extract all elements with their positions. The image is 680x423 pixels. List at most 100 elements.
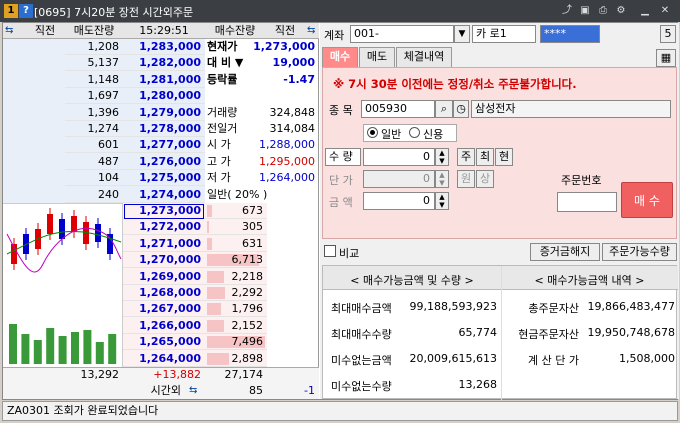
help-icon[interactable]: ? [19, 4, 33, 18]
price-won-button[interactable]: 원 [457, 170, 475, 188]
search-icon[interactable]: ⌕ [435, 100, 453, 118]
stock-label: 종 목 [329, 104, 353, 117]
account-label: 계좌 [324, 29, 345, 42]
compare-checkbox[interactable] [324, 245, 336, 257]
capacity-label: 최대매수수량 [331, 328, 392, 341]
swap-icon[interactable]: ⇆ [189, 385, 197, 396]
buy-button[interactable]: 매 수 [621, 182, 673, 218]
quantity-input[interactable]: 0 [363, 148, 435, 166]
grid-icon[interactable]: ▦ [656, 49, 676, 67]
available-qty-button[interactable]: 주문가능수량 [602, 243, 677, 261]
bid-price[interactable]: 1,264,000 [123, 351, 205, 367]
price-input[interactable]: 0 [363, 170, 435, 188]
bid-price[interactable]: 1,268,000 [123, 285, 205, 301]
capacity-label: 미수없는수량 [331, 380, 392, 393]
bid-qty: 1,796 [205, 301, 267, 318]
export-icon[interactable]: ⎙ [596, 4, 610, 18]
save-icon[interactable]: ▣ [578, 4, 592, 18]
password-field[interactable]: **** [540, 25, 600, 43]
price-upper-button[interactable]: 상 [476, 170, 494, 188]
candlestick-chart [6, 208, 122, 364]
radio-general[interactable] [367, 127, 378, 138]
bid-qty: 305 [205, 219, 267, 236]
swap-icon[interactable]: ⇆ [307, 25, 315, 36]
order-panel: 계좌 001- ▼ 카 로1 **** 5 매수 매도 체결내역 ▦ ※ 7시 … [320, 23, 679, 400]
info-value: 314,084 [269, 122, 316, 135]
ask-qty: 1,208 [65, 39, 123, 55]
ask-qty: 104 [65, 170, 123, 187]
tab-buy[interactable]: 매수 [322, 47, 358, 67]
amount-label: 금 액 [329, 196, 353, 209]
ask-qty: 1,396 [65, 105, 123, 121]
bid-price[interactable]: 1,266,000 [123, 318, 205, 334]
capacity-label: 최대매수금액 [331, 302, 392, 315]
chevron-down-icon[interactable]: ▼ [454, 25, 470, 43]
bid-price[interactable]: 1,267,000 [123, 301, 205, 318]
order-number-input[interactable] [557, 192, 617, 212]
stock-code-input[interactable]: 005930 [361, 100, 435, 118]
detail-label: 총주문자산 [528, 302, 579, 315]
tab-executions[interactable]: 체결내역 [396, 47, 452, 67]
history-icon[interactable]: ◷ [453, 100, 469, 118]
ask-price[interactable]: 1,277,000 [123, 137, 205, 154]
tab-sell[interactable]: 매도 [359, 47, 395, 67]
settings-icon[interactable]: ⚙ [614, 4, 628, 18]
qty-current-button[interactable]: 현 [495, 148, 513, 166]
info-value: 1,288,000 [259, 138, 315, 152]
ask-qty: 1,148 [65, 72, 123, 88]
amount-stepper[interactable]: ▲ ▼ [435, 192, 449, 210]
bid-price[interactable]: 1,270,000 [123, 252, 205, 269]
ask-price[interactable]: 1,282,000 [123, 55, 205, 72]
ask-price[interactable]: 1,274,000 [123, 187, 205, 203]
margin-release-button[interactable]: 증거금해지 [530, 243, 600, 261]
col-prev2: 직전 [274, 24, 296, 37]
close-icon[interactable]: ✕ [658, 4, 672, 18]
quantity-stepper[interactable]: ▲ ▼ [435, 148, 449, 166]
info-value: 1,273,000 [253, 40, 315, 53]
compare-label: 비교 [339, 247, 360, 260]
order-number-label: 주문번호 [561, 174, 602, 187]
order-notice: ※ 7시 30분 이전에는 정정/취소 주문불가합니다. [333, 77, 577, 91]
radio-credit[interactable] [409, 127, 420, 138]
title-bar: 1 ? [0695] 7시20분 장전 시간외주문 ⤴ ▣ ⎙ ⚙ ▁ ✕ [0, 0, 680, 22]
bid-price[interactable]: 1,272,000 [123, 219, 205, 236]
bid-qty: 2,152 [205, 318, 267, 334]
ask-price[interactable]: 1,275,000 [123, 170, 205, 187]
bid-price[interactable]: 1,265,000 [123, 334, 205, 351]
ask-price[interactable]: 1,278,000 [123, 121, 205, 137]
left-table-title: < 매수가능금액 및 수량 > [350, 274, 474, 287]
col-ask-qty: 매도잔량 [73, 24, 115, 37]
bid-price[interactable]: 1,271,000 [123, 236, 205, 252]
pin-icon[interactable]: ⤴ [560, 4, 574, 18]
minimize-icon[interactable]: ▁ [638, 4, 652, 18]
ask-price[interactable]: 1,281,000 [123, 72, 205, 88]
order-form: ※ 7시 30분 이전에는 정정/취소 주문불가합니다. 종 목 005930 … [322, 67, 677, 239]
volume-bar [46, 328, 55, 364]
volume-bar [71, 332, 79, 364]
price-stepper[interactable]: ▲ ▼ [435, 170, 449, 188]
amount-input[interactable]: 0 [363, 192, 435, 210]
ask-qty: 240 [65, 187, 123, 203]
ask-qty: 5,137 [65, 55, 123, 72]
bid-price[interactable]: 1,269,000 [123, 269, 205, 285]
buy-capacity-panel: < 매수가능금액 및 수량 > < 매수가능금액 내역 > 최대매수금액 99,1… [322, 265, 678, 400]
volume-bar [58, 336, 67, 364]
ask-price[interactable]: 1,283,000 [123, 39, 205, 55]
account-select[interactable]: 001- [350, 25, 454, 43]
col-time: 15:29:51 [139, 24, 189, 37]
current-price-highlight [124, 204, 204, 219]
table-divider [501, 266, 502, 400]
ask-price[interactable]: 1,276,000 [123, 154, 205, 170]
bid-total: 27,174 [224, 368, 264, 381]
qty-share-button[interactable]: 주 [457, 148, 475, 166]
qty-max-button[interactable]: 최 [476, 148, 494, 166]
swap-icon[interactable]: ⇆ [5, 25, 13, 36]
col-bid-qty: 매수잔량 [214, 24, 256, 37]
capacity-value: 20,009,615,613 [409, 352, 497, 365]
ask-qty: 1,697 [65, 88, 123, 105]
ask-price[interactable]: 1,279,000 [123, 105, 205, 121]
bid-qty: 673 [205, 203, 267, 219]
help-button[interactable]: 5 [660, 25, 676, 43]
info-value: 19,000 [272, 56, 315, 70]
ask-price[interactable]: 1,280,000 [123, 88, 205, 105]
